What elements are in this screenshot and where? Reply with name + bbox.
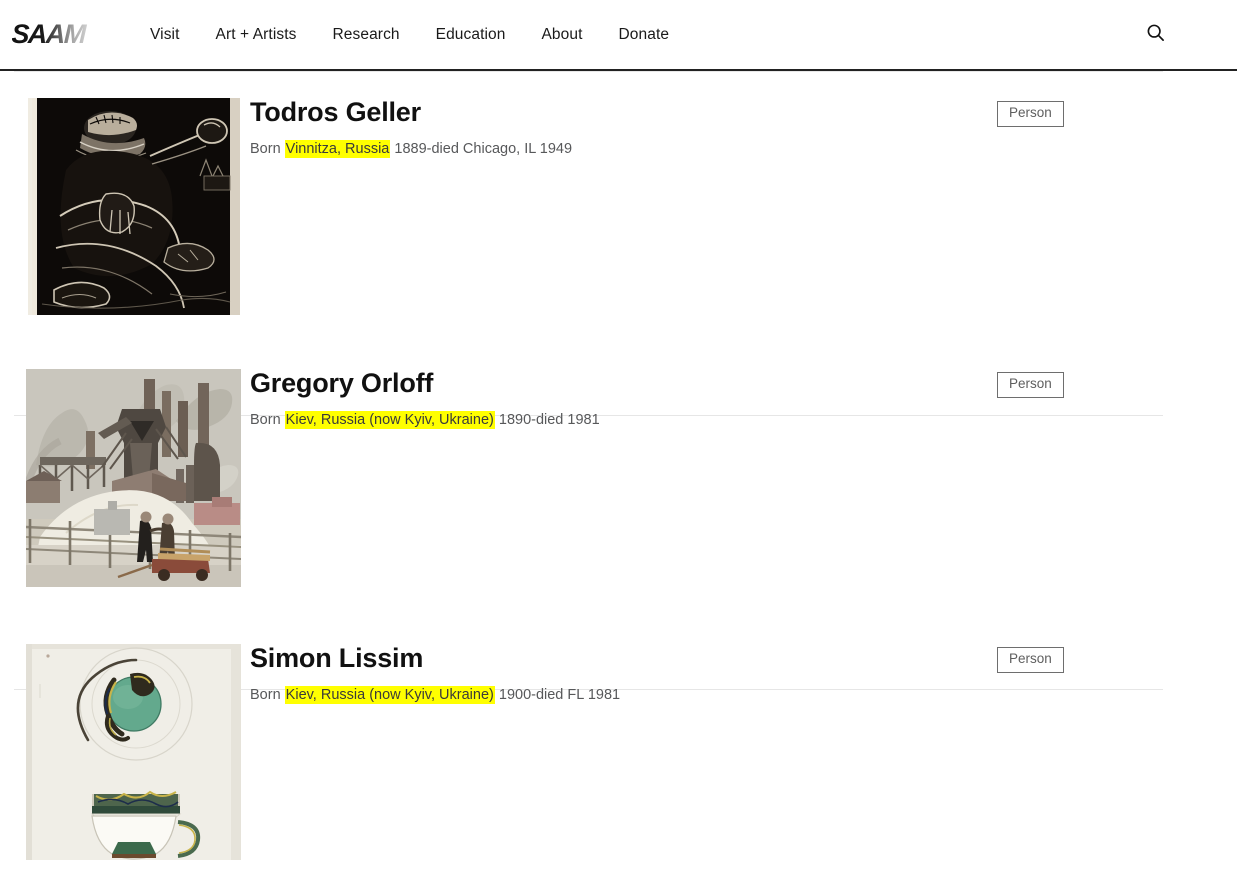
life-dates: 1900-died FL 1981 — [498, 687, 621, 704]
result-title[interactable]: Gregory Orloff — [250, 368, 997, 398]
highlighted-birthplace: Kiev, Russia (now Kyiv, Ukraine) — [284, 411, 495, 430]
saam-logo[interactable]: SAAM — [11, 19, 108, 50]
status-badge[interactable]: Person — [997, 372, 1064, 398]
nav-item-education[interactable]: Education — [418, 27, 524, 43]
result-thumbnail[interactable] — [26, 369, 241, 587]
life-dates: 1889-died Chicago, IL 1949 — [394, 141, 573, 158]
result-subtitle: Born Vinnitza, Russia 1889-died Chicago,… — [250, 140, 997, 160]
highlighted-birthplace: Vinnitza, Russia — [284, 140, 391, 159]
result-title[interactable]: Todros Geller — [250, 97, 997, 127]
born-prefix: Born — [250, 412, 281, 429]
result-thumbnail-wrap[interactable] — [0, 98, 250, 315]
result-row: Todros Geller Born Vinnitza, Russia 1889… — [0, 71, 1237, 345]
nav-item-donate[interactable]: Donate — [601, 27, 688, 43]
main-navigation: Visit Art + Artists Research Education A… — [150, 27, 687, 43]
search-button[interactable] — [1141, 21, 1169, 49]
result-info: Todros Geller Born Vinnitza, Russia 1889… — [250, 97, 997, 160]
born-prefix: Born — [250, 141, 281, 158]
nav-item-about[interactable]: About — [523, 27, 600, 43]
nav-item-research[interactable]: Research — [315, 27, 418, 43]
nav-item-visit[interactable]: Visit — [150, 27, 198, 43]
born-prefix: Born — [250, 687, 281, 704]
status-badge[interactable]: Person — [997, 101, 1064, 127]
highlighted-birthplace: Kiev, Russia (now Kyiv, Ukraine) — [284, 686, 495, 705]
status-badge[interactable]: Person — [997, 647, 1064, 673]
result-info: Gregory Orloff Born Kiev, Russia (now Ky… — [250, 368, 997, 431]
nav-item-art-artists[interactable]: Art + Artists — [198, 27, 315, 43]
life-dates: 1890-died 1981 — [498, 412, 600, 429]
result-thumbnail[interactable] — [26, 644, 241, 860]
search-results-list: Todros Geller Born Vinnitza, Russia 1889… — [0, 71, 1237, 865]
result-badge-wrap: Person — [997, 98, 1237, 127]
svg-text:SAAM: SAAM — [12, 20, 87, 49]
result-thumbnail-wrap[interactable] — [0, 644, 250, 860]
result-subtitle: Born Kiev, Russia (now Kyiv, Ukraine) 18… — [250, 411, 997, 431]
result-thumbnail[interactable] — [28, 98, 240, 315]
result-row: Gregory Orloff Born Kiev, Russia (now Ky… — [0, 345, 1237, 619]
result-subtitle: Born Kiev, Russia (now Kyiv, Ukraine) 19… — [250, 686, 997, 706]
site-header: SAAM Visit Art + Artists Research Educat… — [0, 0, 1237, 71]
result-badge-wrap: Person — [997, 644, 1237, 673]
result-title[interactable]: Simon Lissim — [250, 643, 997, 673]
search-icon — [1146, 23, 1165, 47]
result-info: Simon Lissim Born Kiev, Russia (now Kyiv… — [250, 643, 997, 706]
result-row: Simon Lissim Born Kiev, Russia (now Kyiv… — [0, 619, 1237, 865]
result-badge-wrap: Person — [997, 369, 1237, 398]
result-thumbnail-wrap[interactable] — [0, 369, 250, 587]
